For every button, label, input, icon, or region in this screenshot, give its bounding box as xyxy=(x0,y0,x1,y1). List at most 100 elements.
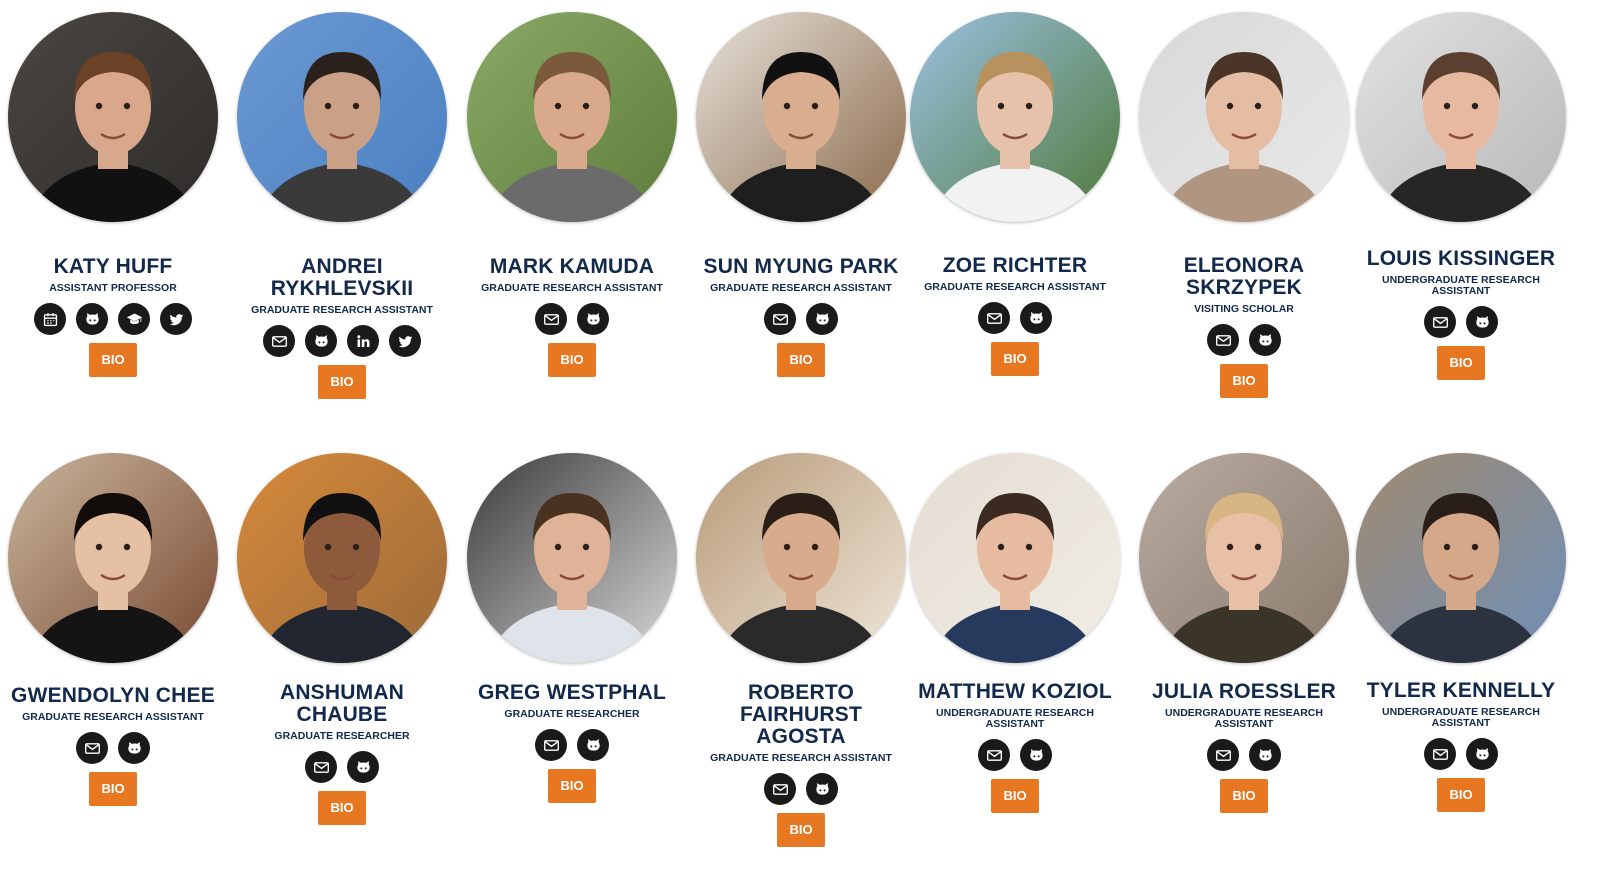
portrait-photo xyxy=(237,12,447,222)
person-card-tyler-kennelly: TYLER KENNELLY UNDERGRADUATE RESEARCH ASS… xyxy=(1348,441,1574,882)
people-row-1: KATY HUFF ASSISTANT PROFESSOR BIO ANDREI RY… xyxy=(0,0,1600,441)
person-role: ASSISTANT PROFESSOR xyxy=(49,282,177,294)
person-role: UNDERGRADUATE RESEARCH ASSISTANT xyxy=(1165,707,1323,730)
bio-button[interactable]: BIO xyxy=(991,779,1039,813)
calendar-icon[interactable] xyxy=(34,303,66,335)
email-icon[interactable] xyxy=(764,303,796,335)
person-role: GRADUATE RESEARCHER xyxy=(274,730,410,742)
github-icon[interactable] xyxy=(118,732,150,764)
person-card-matthew-koziol: MATTHEW KOZIOL UNDERGRADUATE RESEARCH ASS… xyxy=(902,441,1128,882)
github-icon[interactable] xyxy=(1466,306,1498,338)
bio-button[interactable]: BIO xyxy=(1220,364,1268,398)
bio-button[interactable]: BIO xyxy=(89,343,137,377)
portrait-photo xyxy=(1356,12,1566,222)
email-icon[interactable] xyxy=(1207,324,1239,356)
avatar xyxy=(696,12,906,222)
bio-button[interactable]: BIO xyxy=(548,769,596,803)
person-name: GWENDOLYN CHEE xyxy=(11,684,215,707)
github-icon[interactable] xyxy=(76,303,108,335)
email-icon[interactable] xyxy=(1424,738,1456,770)
email-icon[interactable] xyxy=(1207,739,1239,771)
avatar xyxy=(1356,453,1566,663)
bio-button[interactable]: BIO xyxy=(1220,779,1268,813)
github-icon[interactable] xyxy=(347,751,379,783)
github-icon[interactable] xyxy=(1020,302,1052,334)
avatar xyxy=(696,453,906,663)
email-icon[interactable] xyxy=(978,302,1010,334)
email-icon[interactable] xyxy=(76,732,108,764)
avatar xyxy=(910,12,1120,222)
social-links xyxy=(1348,738,1574,770)
person-name: ROBERTO FAIRHURST AGOSTA xyxy=(740,681,862,748)
people-row-2: GWENDOLYN CHEE GRADUATE RESEARCH ASSISTAN… xyxy=(0,441,1600,882)
email-icon[interactable] xyxy=(764,773,796,805)
person-name: MATTHEW KOZIOL xyxy=(918,680,1112,703)
github-icon[interactable] xyxy=(305,325,337,357)
github-icon[interactable] xyxy=(1249,739,1281,771)
linkedin-icon[interactable] xyxy=(347,325,379,357)
social-links xyxy=(229,751,455,783)
person-card-gwendolyn-chee: GWENDOLYN CHEE GRADUATE RESEARCH ASSISTAN… xyxy=(0,441,226,882)
person-card-louis-kissinger: LOUIS KISSINGER UNDERGRADUATE RESEARCH AS… xyxy=(1348,0,1574,441)
bio-button[interactable]: BIO xyxy=(777,813,825,847)
avatar xyxy=(1356,12,1566,222)
portrait-photo xyxy=(8,453,218,663)
graduation-cap-icon[interactable] xyxy=(118,303,150,335)
person-role: GRADUATE RESEARCH ASSISTANT xyxy=(251,304,433,316)
bio-button[interactable]: BIO xyxy=(1437,778,1485,812)
github-icon[interactable] xyxy=(1249,324,1281,356)
bio-button[interactable]: BIO xyxy=(318,791,366,825)
person-card-eleonora-skrzypek: ELEONORA SKRZYPEK VISITING SCHOLAR BIO xyxy=(1131,0,1357,441)
portrait-photo xyxy=(1139,453,1349,663)
person-info: ROBERTO FAIRHURST AGOSTA GRADUATE RESEARC… xyxy=(688,682,914,847)
person-card-anshuman-chaube: ANSHUMAN CHAUBE GRADUATE RESEARCHER BIO xyxy=(229,441,455,882)
person-info: GWENDOLYN CHEE GRADUATE RESEARCH ASSISTAN… xyxy=(0,685,226,806)
bio-button[interactable]: BIO xyxy=(991,342,1039,376)
github-icon[interactable] xyxy=(806,303,838,335)
person-card-julia-roessler: JULIA ROESSLER UNDERGRADUATE RESEARCH ASS… xyxy=(1131,441,1357,882)
github-icon[interactable] xyxy=(1020,739,1052,771)
portrait-photo xyxy=(237,453,447,663)
person-info: GREG WESTPHAL GRADUATE RESEARCHER BIO xyxy=(459,682,685,803)
social-links xyxy=(688,303,914,335)
portrait-photo xyxy=(467,12,677,222)
avatar xyxy=(237,453,447,663)
github-icon[interactable] xyxy=(806,773,838,805)
bio-button[interactable]: BIO xyxy=(1437,346,1485,380)
twitter-icon[interactable] xyxy=(389,325,421,357)
social-links xyxy=(1131,324,1357,356)
avatar xyxy=(1139,453,1349,663)
github-icon[interactable] xyxy=(577,729,609,761)
person-name: SUN MYUNG PARK xyxy=(703,255,899,278)
twitter-icon[interactable] xyxy=(160,303,192,335)
bio-button[interactable]: BIO xyxy=(777,343,825,377)
person-name: GREG WESTPHAL xyxy=(477,681,667,704)
person-role: VISITING SCHOLAR xyxy=(1194,303,1294,315)
email-icon[interactable] xyxy=(535,303,567,335)
person-name: KATY HUFF xyxy=(53,255,173,278)
avatar xyxy=(467,12,677,222)
email-icon[interactable] xyxy=(978,739,1010,771)
portrait-photo xyxy=(696,453,906,663)
person-name: ZOE RICHTER xyxy=(942,254,1088,277)
person-role: GRADUATE RESEARCH ASSISTANT xyxy=(710,752,892,764)
social-links xyxy=(902,739,1128,771)
social-links xyxy=(459,729,685,761)
person-info: TYLER KENNELLY UNDERGRADUATE RESEARCH ASS… xyxy=(1348,680,1574,812)
person-role: GRADUATE RESEARCH ASSISTANT xyxy=(22,711,204,723)
email-icon[interactable] xyxy=(1424,306,1456,338)
bio-button[interactable]: BIO xyxy=(89,772,137,806)
email-icon[interactable] xyxy=(535,729,567,761)
email-icon[interactable] xyxy=(305,751,337,783)
github-icon[interactable] xyxy=(577,303,609,335)
person-card-zoe-richter: ZOE RICHTER GRADUATE RESEARCH ASSISTANT BI… xyxy=(902,0,1128,441)
person-card-andrei-rykhlevskii: ANDREI RYKHLEVSKII GRADUATE RESEARCH ASSI… xyxy=(229,0,455,441)
person-info: ZOE RICHTER GRADUATE RESEARCH ASSISTANT BI… xyxy=(902,255,1128,376)
bio-button[interactable]: BIO xyxy=(318,365,366,399)
person-role: GRADUATE RESEARCH ASSISTANT xyxy=(710,282,892,294)
avatar xyxy=(237,12,447,222)
bio-button[interactable]: BIO xyxy=(548,343,596,377)
person-role: GRADUATE RESEARCH ASSISTANT xyxy=(924,281,1106,293)
github-icon[interactable] xyxy=(1466,738,1498,770)
email-icon[interactable] xyxy=(263,325,295,357)
